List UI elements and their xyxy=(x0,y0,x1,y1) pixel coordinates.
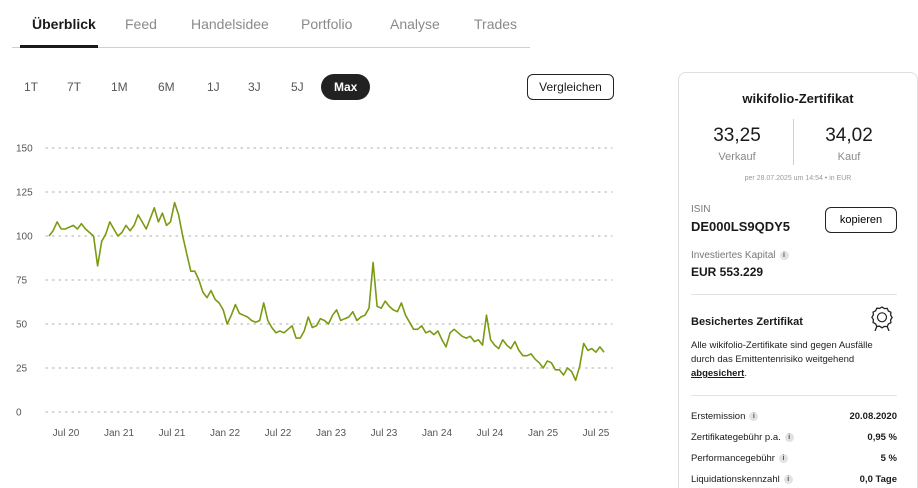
x-tick-label: Jul 24 xyxy=(477,428,504,439)
info-row-liquidation: Liquidationskennzahl i 0,0 Tage xyxy=(691,474,897,488)
active-tab-indicator xyxy=(20,45,98,48)
capital-value: EUR 553.229 xyxy=(691,265,764,279)
price-series-line xyxy=(48,201,605,382)
x-tick-label: Jul 22 xyxy=(265,428,292,439)
row-value: 0,0 Tage xyxy=(859,474,897,485)
x-tick-label: Jan 21 xyxy=(104,428,134,439)
buy-price: 34,02 xyxy=(825,125,873,146)
secured-title: Besichertes Zertifikat xyxy=(691,316,803,328)
secured-link[interactable]: abgesichert xyxy=(691,368,744,379)
row-label: Zertifikategebühr p.a. xyxy=(691,432,781,443)
y-tick-label: 150 xyxy=(16,144,33,155)
tab-analyse[interactable]: Analyse xyxy=(390,16,440,32)
tab-portfolio[interactable]: Portfolio xyxy=(301,16,352,32)
row-label: Liquidationskennzahl xyxy=(691,474,780,485)
row-value: 0,95 % xyxy=(867,432,897,443)
divider xyxy=(691,395,897,396)
compare-button[interactable]: Vergleichen xyxy=(527,74,614,100)
y-tick-label: 100 xyxy=(16,232,33,243)
range-5j[interactable]: 5J xyxy=(291,80,304,94)
range-1t[interactable]: 1T xyxy=(24,80,38,94)
sell-label: Verkauf xyxy=(718,151,756,163)
price-timestamp: per 28.07.2025 um 14:54 • in EUR xyxy=(744,175,852,182)
secured-text: Alle wikifolio-Zertifikate sind gegen Au… xyxy=(691,340,873,365)
certificate-medal-icon xyxy=(871,306,893,331)
buy-label: Kauf xyxy=(837,151,861,163)
y-tick-label: 0 xyxy=(16,408,22,419)
info-row-erstemission: Erstemission i 20.08.2020 xyxy=(691,411,897,425)
capital-label-row: Investiertes Kapital i xyxy=(691,250,789,261)
y-tick-label: 50 xyxy=(16,320,28,331)
x-tick-label: Jul 20 xyxy=(53,428,80,439)
sell-price-block: 33,25 Verkauf xyxy=(679,125,795,163)
capital-label: Investiertes Kapital xyxy=(691,250,776,261)
info-row-performance-fee: Performancegebühr i 5 % xyxy=(691,453,897,467)
certificate-card: wikifolio-Zertifikat 33,25 Verkauf 34,02… xyxy=(678,72,918,488)
isin-value: DE000LS9QDY5 xyxy=(691,219,790,234)
x-tick-label: Jul 21 xyxy=(159,428,186,439)
tab-handelsidee[interactable]: Handelsidee xyxy=(191,16,269,32)
range-6m[interactable]: 6M xyxy=(158,80,175,94)
range-max[interactable]: Max xyxy=(321,74,371,100)
y-tick-label: 125 xyxy=(16,188,33,199)
secured-description: Alle wikifolio-Zertifikate sind gegen Au… xyxy=(691,339,891,381)
secured-end: . xyxy=(744,368,747,379)
range-7t[interactable]: 7T xyxy=(67,80,81,94)
info-row-fee: Zertifikategebühr p.a. i 0,95 % xyxy=(691,432,897,446)
y-tick-label: 25 xyxy=(16,364,28,375)
range-3j[interactable]: 3J xyxy=(248,80,261,94)
x-tick-label: Jan 22 xyxy=(210,428,240,439)
info-icon[interactable]: i xyxy=(779,251,789,260)
info-icon[interactable]: i xyxy=(749,412,759,421)
x-tick-label: Jan 25 xyxy=(528,428,558,439)
row-value: 20.08.2020 xyxy=(849,411,897,422)
info-icon[interactable]: i xyxy=(778,454,788,463)
tab-ueberblick[interactable]: Überblick xyxy=(32,16,96,32)
y-tick-label: 75 xyxy=(16,276,28,287)
x-tick-label: Jan 24 xyxy=(422,428,452,439)
tab-feed[interactable]: Feed xyxy=(125,16,157,32)
row-label: Performancegebühr xyxy=(691,453,775,464)
divider xyxy=(691,294,897,295)
range-1m[interactable]: 1M xyxy=(111,80,128,94)
x-tick-label: Jul 25 xyxy=(583,428,610,439)
tab-trades[interactable]: Trades xyxy=(474,16,517,32)
copy-isin-button[interactable]: kopieren xyxy=(825,207,897,233)
range-1j[interactable]: 1J xyxy=(207,80,220,94)
sell-price: 33,25 xyxy=(713,125,761,146)
tab-bar: Überblick Feed Handelsidee Portfolio Ana… xyxy=(12,0,530,48)
row-value: 5 % xyxy=(880,453,897,464)
row-label: Erstemission xyxy=(691,411,746,422)
buy-price-block: 34,02 Kauf xyxy=(791,125,907,163)
card-title: wikifolio-Zertifikat xyxy=(742,91,854,106)
x-tick-label: Jul 23 xyxy=(371,428,398,439)
info-icon[interactable]: i xyxy=(784,433,794,442)
info-icon[interactable]: i xyxy=(783,475,793,484)
performance-chart: 150 125 100 75 50 25 0 Jul 20 Jan 21 Jul 21 Jan 22… xyxy=(16,144,613,439)
x-tick-label: Jan 23 xyxy=(316,428,346,439)
isin-label: ISIN xyxy=(691,204,711,215)
